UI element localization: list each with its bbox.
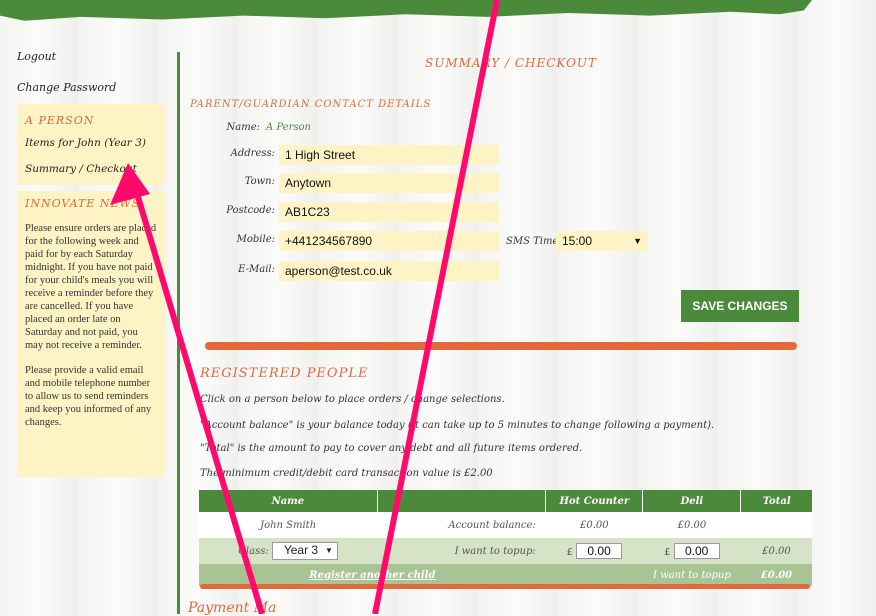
annotation-arrows <box>110 0 500 614</box>
arrow-from-top-icon <box>372 0 500 614</box>
arrow-to-summary-icon <box>110 163 265 614</box>
arrow-shaft <box>130 179 265 614</box>
arrow-head <box>110 163 150 205</box>
arrow-shaft <box>372 0 500 614</box>
